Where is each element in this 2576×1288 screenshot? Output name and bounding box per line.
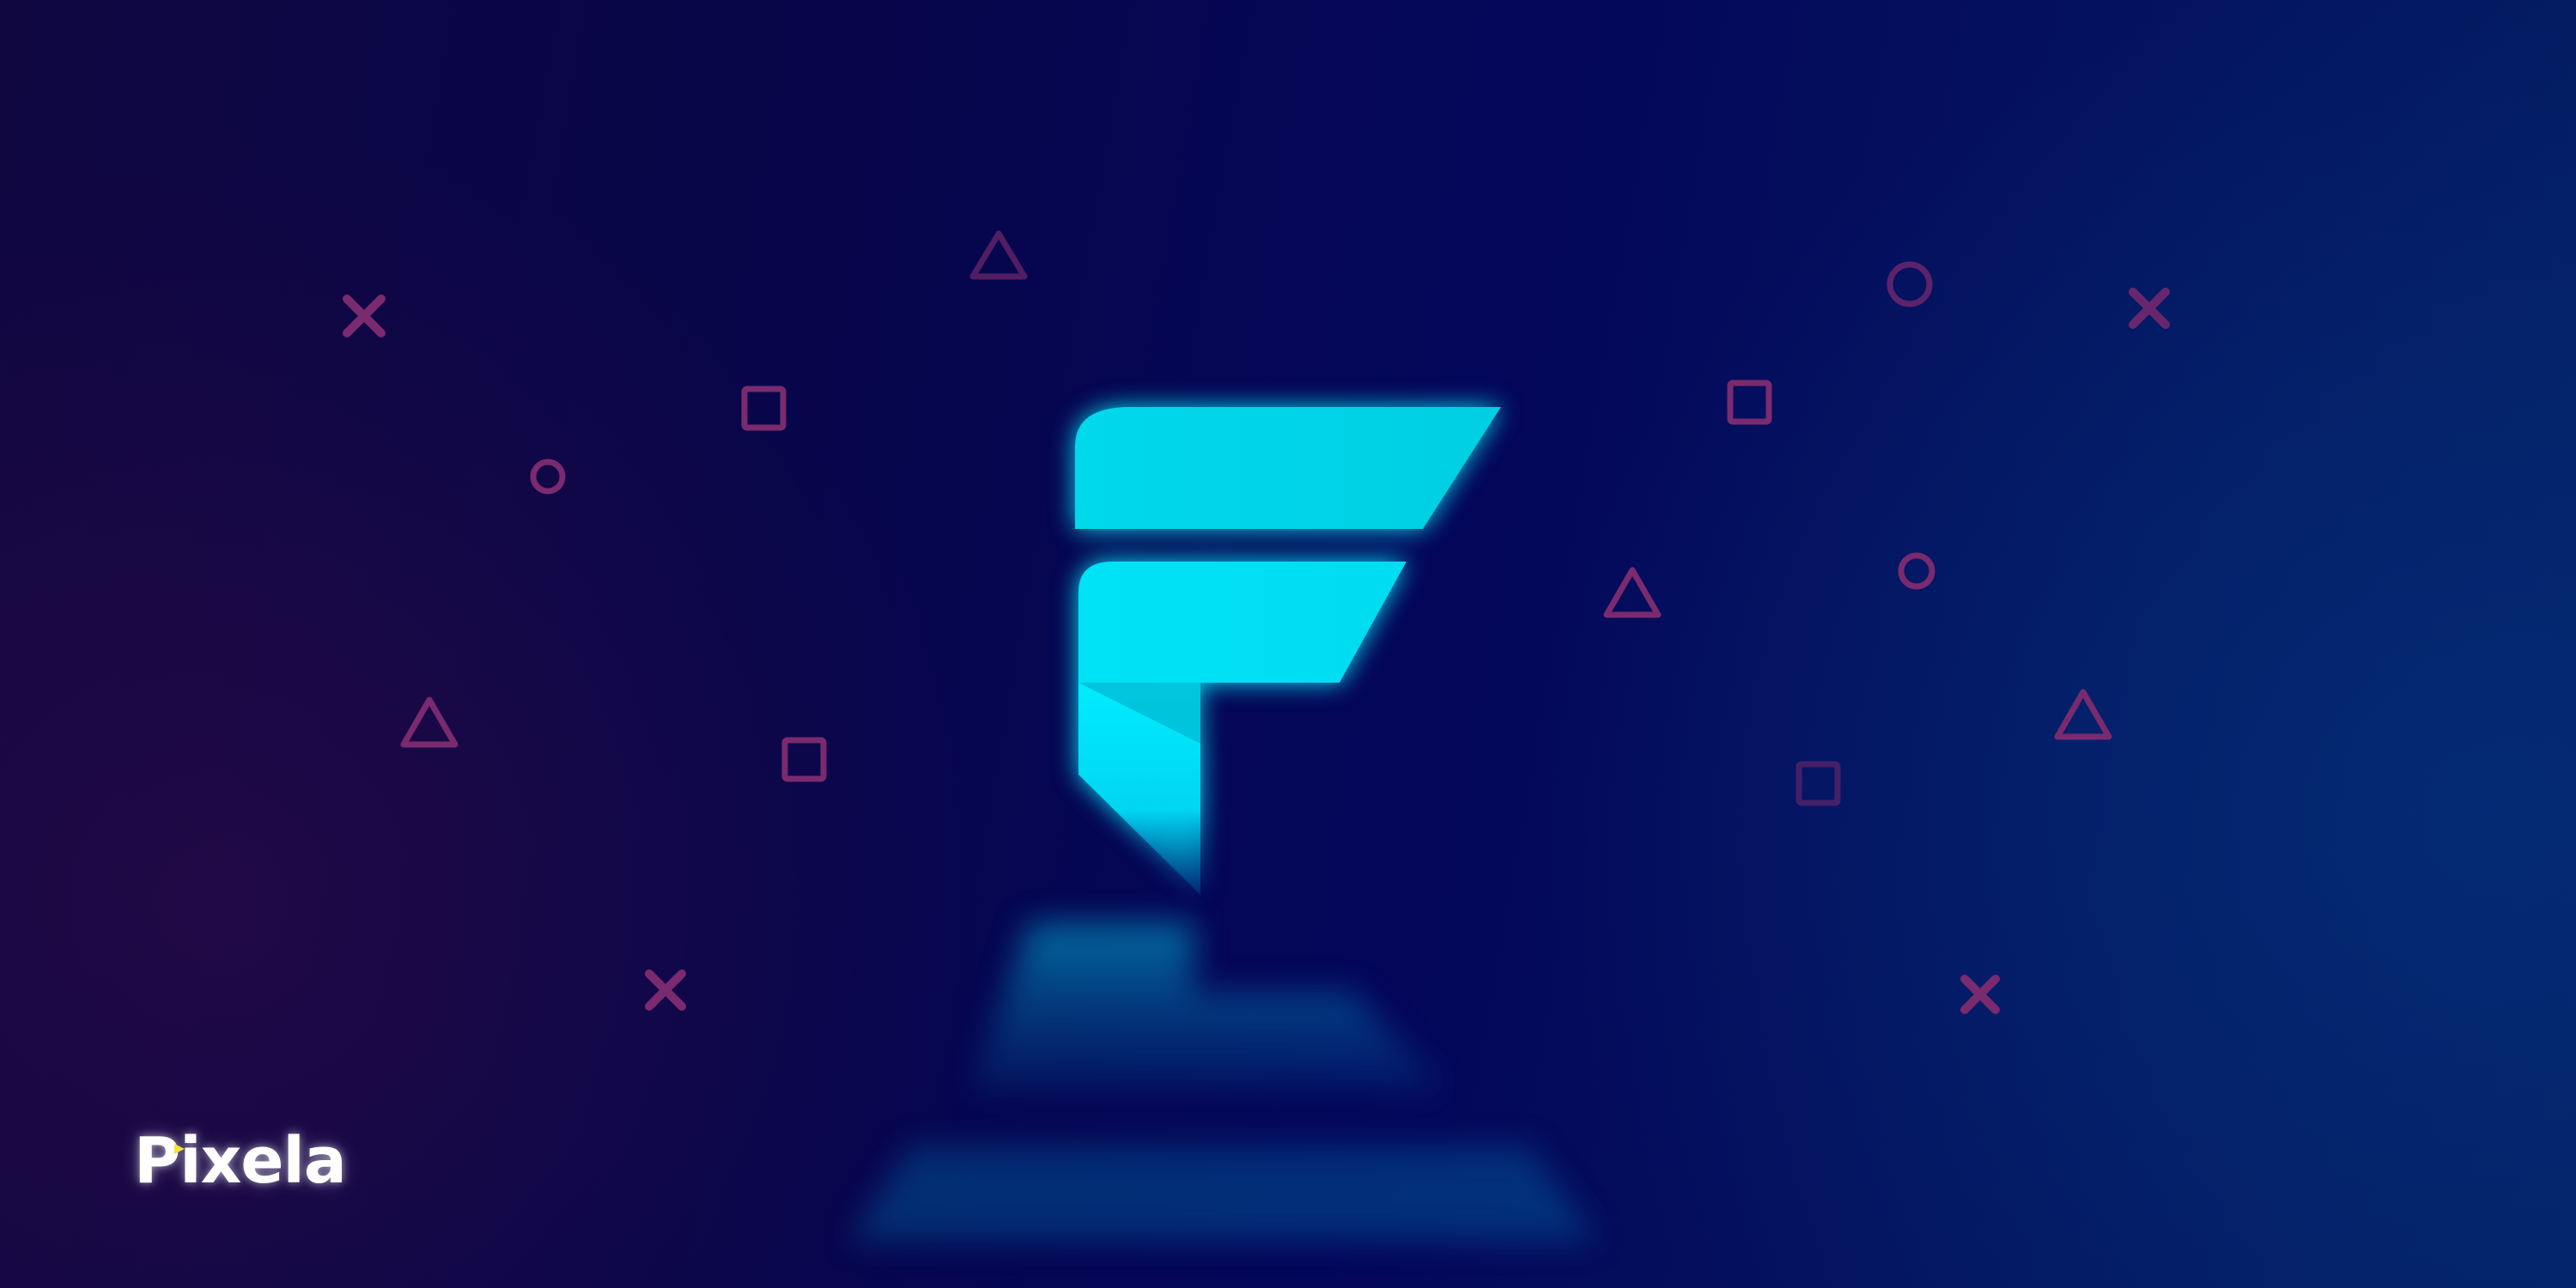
stylized-letter-f-icon (850, 407, 1597, 1241)
logo-glyph (1075, 407, 1501, 895)
hero-banner: Pixela (0, 0, 2576, 1288)
logo-reflection (850, 923, 1597, 1241)
brand-logo-text: Pixela (134, 1124, 347, 1198)
